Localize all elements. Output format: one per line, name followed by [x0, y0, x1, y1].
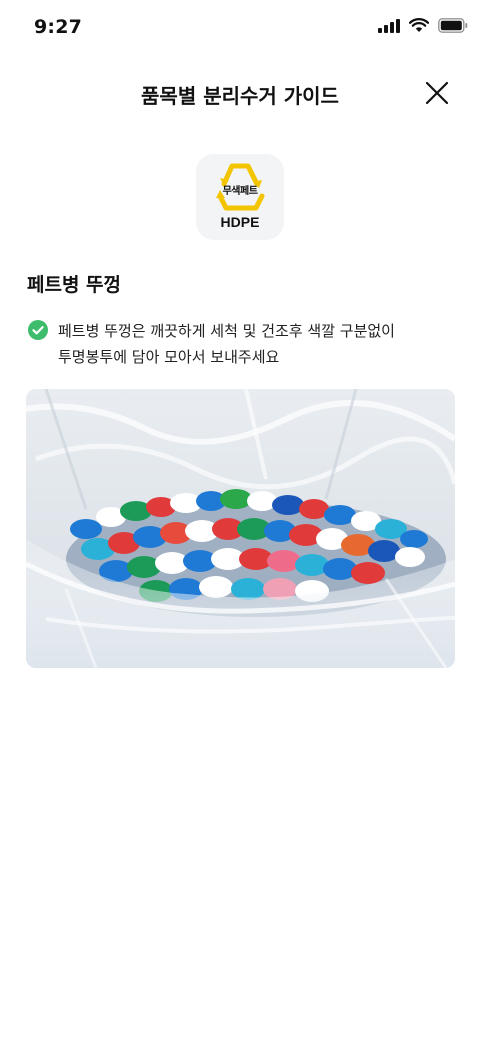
- battery-icon: [438, 18, 468, 33]
- wifi-icon: [409, 18, 429, 32]
- check-circle-icon: [28, 320, 48, 340]
- badge-code: HDPE: [220, 214, 260, 230]
- page-title: 품목별 분리수거 가이드: [141, 84, 339, 108]
- guide-text-line-2: 투명봉투에 담아 모아서 보내주세요: [58, 348, 280, 366]
- recycle-badge: 무색페트 HDPE: [196, 154, 284, 240]
- close-icon: [425, 81, 449, 105]
- status-bar: 9:27: [0, 0, 480, 56]
- signal-icon: [378, 18, 400, 33]
- header: 품목별 분리수거 가이드: [0, 64, 480, 122]
- bottle-caps-photo: [26, 389, 455, 668]
- section-title: 페트병 뚜껑: [27, 274, 122, 296]
- bottle-caps-image: [26, 389, 455, 668]
- guide-text-line-1: 페트병 뚜껑은 깨끗하게 세척 및 건조후 색깔 구분없이: [58, 322, 395, 340]
- status-icons: [378, 18, 468, 33]
- close-button[interactable]: [424, 80, 450, 106]
- guide-text: 페트병 뚜껑은 깨끗하게 세척 및 건조후 색깔 구분없이 투명봉투에 담아 모…: [58, 318, 458, 370]
- badge-korean-label: 무색페트: [222, 186, 258, 197]
- status-time: 9:27: [34, 16, 83, 38]
